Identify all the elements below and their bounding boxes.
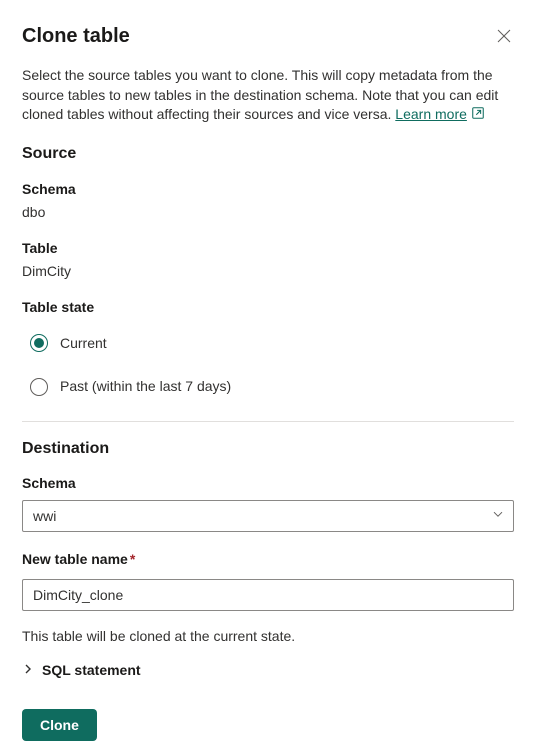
description-text: Select the source tables you want to clo…	[22, 66, 514, 125]
source-table-value: DimCity	[22, 262, 514, 282]
dialog-title: Clone table	[22, 22, 130, 50]
destination-schema-select[interactable]	[22, 500, 514, 532]
table-state-label: Table state	[22, 298, 514, 318]
required-indicator: *	[130, 551, 135, 567]
new-table-name-text: New table name	[22, 551, 128, 567]
radio-past-label: Past (within the last 7 days)	[60, 377, 231, 397]
close-button[interactable]	[494, 26, 514, 46]
clone-state-info: This table will be cloned at the current…	[22, 627, 514, 647]
source-schema-value: dbo	[22, 203, 514, 223]
radio-current[interactable]: Current	[30, 328, 514, 360]
radio-icon	[30, 334, 48, 352]
sql-statement-toggle[interactable]: SQL statement	[22, 661, 514, 681]
radio-icon	[30, 378, 48, 396]
radio-current-label: Current	[60, 334, 107, 354]
chevron-right-icon	[22, 661, 34, 681]
destination-schema-input[interactable]	[22, 500, 514, 532]
destination-heading: Destination	[22, 438, 514, 460]
table-state-radio-group: Current Past (within the last 7 days)	[22, 328, 514, 403]
external-link-icon	[471, 106, 485, 126]
source-schema-label: Schema	[22, 180, 514, 200]
learn-more-link[interactable]: Learn more	[395, 106, 467, 122]
sql-statement-label: SQL statement	[42, 661, 141, 681]
new-table-name-input[interactable]	[22, 579, 514, 611]
close-icon	[497, 29, 511, 43]
source-heading: Source	[22, 143, 514, 165]
radio-past[interactable]: Past (within the last 7 days)	[30, 371, 514, 403]
section-divider	[22, 421, 514, 422]
new-table-name-label: New table name*	[22, 550, 514, 570]
source-table-label: Table	[22, 239, 514, 259]
clone-button[interactable]: Clone	[22, 709, 97, 741]
destination-schema-label: Schema	[22, 474, 514, 494]
